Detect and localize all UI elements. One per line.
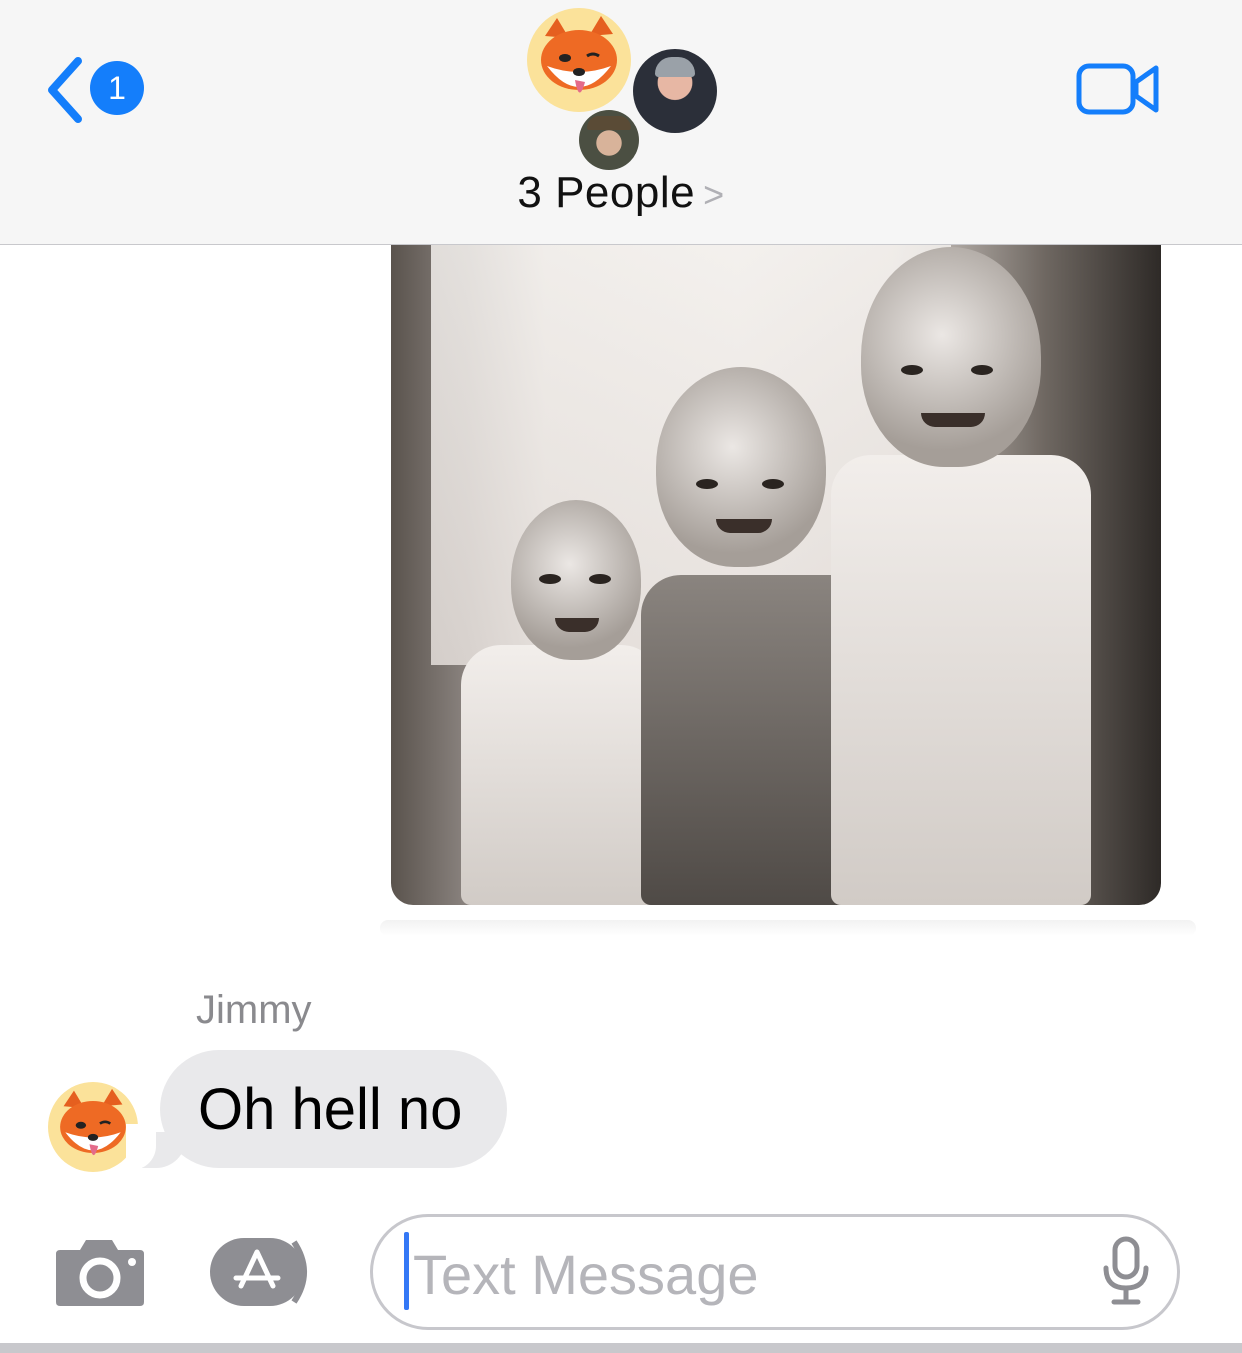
camera-button[interactable] [54,1236,146,1308]
doll-right-body [831,455,1091,905]
chevron-right-icon: > [703,174,725,215]
cap-shape [655,57,695,77]
photo-divider [380,920,1196,936]
chevron-left-icon [48,57,82,123]
app-store-button[interactable] [208,1236,320,1308]
doll-left-body [461,645,661,905]
message-input-placeholder: Text Message [413,1243,759,1306]
group-avatar-man[interactable] [633,49,717,133]
sender-avatar[interactable] [48,1082,138,1172]
group-avatar-fox[interactable] [527,8,631,112]
bottom-edge [0,1343,1242,1353]
back-button[interactable]: 1 [44,55,154,125]
doll-left-head [511,500,641,660]
incoming-message-bubble[interactable]: Oh hell no [160,1050,507,1168]
camera-icon [56,1240,144,1306]
group-avatar-woman[interactable] [579,110,639,170]
app-store-icon [210,1238,307,1306]
conversation-header: 1 3 People > [0,0,1242,245]
facetime-video-button[interactable] [1076,62,1160,116]
group-title[interactable]: 3 People > [0,168,1242,218]
microphone-icon [1103,1236,1149,1305]
doll-right-head [861,247,1041,467]
unread-badge: 1 [90,61,144,115]
message-text: Oh hell no [198,1077,463,1142]
doll-middle-head [656,367,826,567]
text-caret [404,1232,409,1310]
photo-message[interactable] [391,245,1161,905]
hat-shape [587,116,631,130]
fox-memoji-icon [60,1088,126,1156]
video-camera-icon [1076,63,1159,115]
sender-name: Jimmy [196,988,312,1032]
fox-memoji-icon [541,16,617,93]
group-name-label: 3 People [517,168,696,217]
dictation-button[interactable] [1100,1236,1152,1306]
